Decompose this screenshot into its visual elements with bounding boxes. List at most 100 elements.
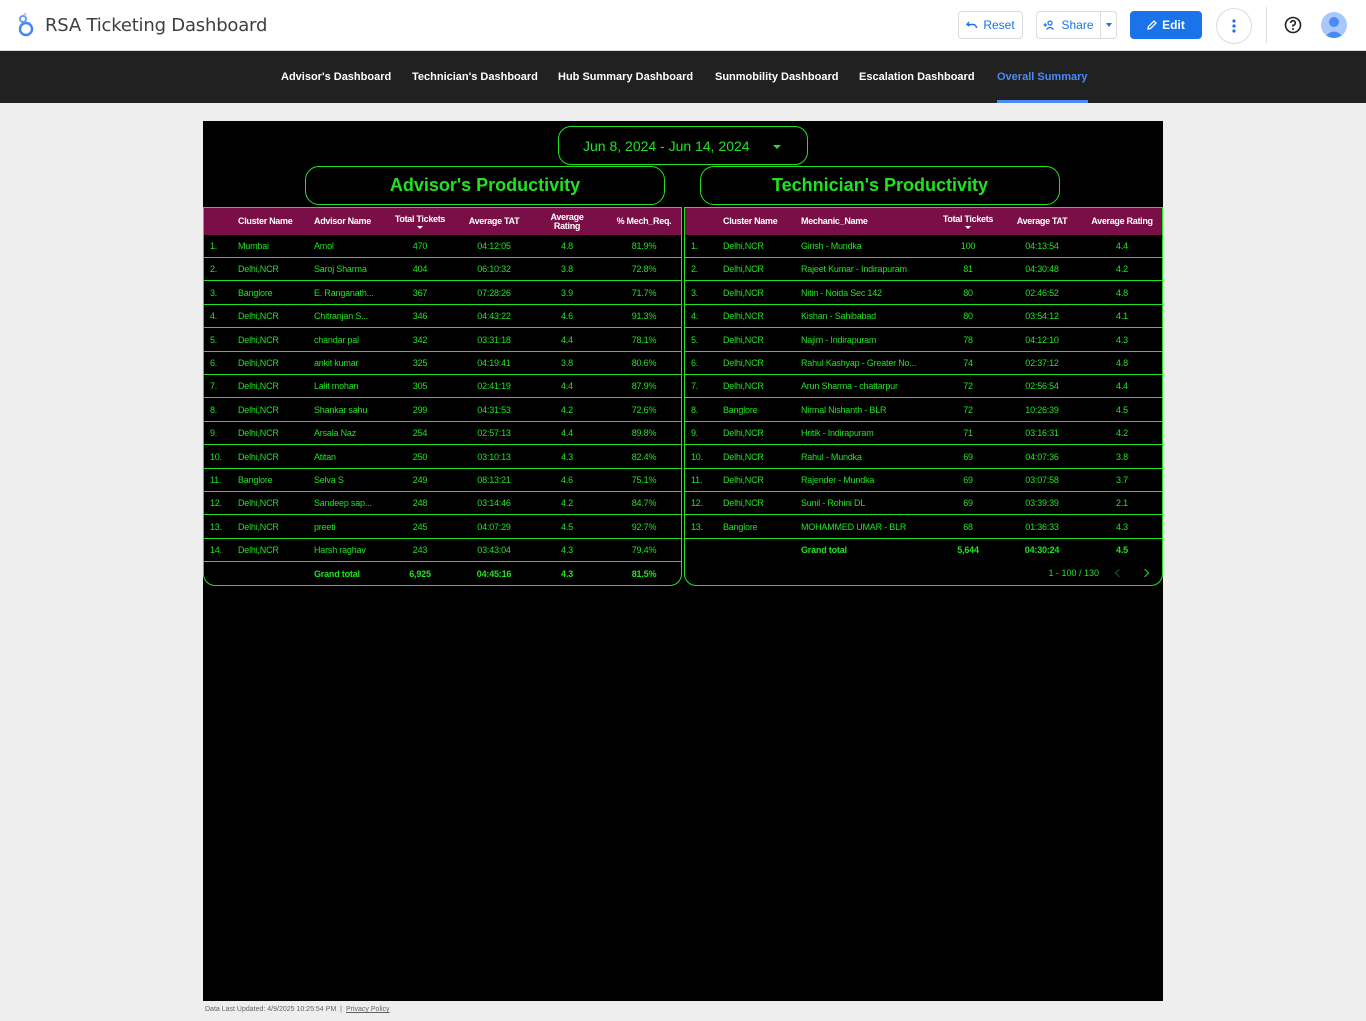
table-row: 10. Delhi,NCR Atitan 250 03:10:13 4.3 82.4% bbox=[204, 446, 681, 469]
column-header-advisor-name[interactable]: Advisor Name bbox=[314, 208, 384, 235]
cell-average-rating: 4.6 bbox=[561, 475, 573, 485]
cell-cluster-name: Mumbai bbox=[238, 241, 269, 251]
date-range-value: Jun 8, 2024 - Jun 14, 2024 bbox=[583, 137, 750, 154]
cell-average-tat: 04:19:41 bbox=[477, 358, 511, 368]
grand-total-rating: 4.5 bbox=[1116, 545, 1128, 555]
table-pagination: 1 - 100 / 130 bbox=[862, 565, 1162, 585]
column-header-total-tickets[interactable]: Total Tickets bbox=[937, 208, 999, 235]
chevron-left-icon[interactable] bbox=[1114, 568, 1124, 578]
edit-button[interactable]: Edit bbox=[1130, 11, 1202, 39]
cell-advisor-name: Arsala Naz bbox=[314, 428, 357, 439]
cell-advisor-name: Lalit mohan bbox=[314, 381, 359, 392]
table-row: 8. Delhi,NCR Shankar sahu 299 04:31:53 4.2 72.… bbox=[204, 399, 681, 422]
row-index: 12. bbox=[691, 498, 703, 509]
cell-advisor-name: ankit kumar bbox=[314, 358, 359, 368]
cell-mech-req: 89.8% bbox=[631, 428, 657, 439]
grand-total-mech-req: 81.5% bbox=[631, 569, 657, 579]
cell-advisor-name: Sandeep sap... bbox=[314, 498, 372, 509]
cell-total-tickets: 100 bbox=[960, 241, 976, 251]
cell-average-rating: 4.8 bbox=[1116, 358, 1128, 368]
table-row: 4. Delhi,NCR Kishan - Sahibabad 80 03:54:12 4… bbox=[685, 305, 1162, 329]
account-avatar-icon[interactable] bbox=[1321, 12, 1347, 38]
cell-total-tickets: 72 bbox=[963, 381, 973, 392]
looker-studio-logo-icon[interactable] bbox=[16, 13, 36, 37]
table-row: 2. Delhi,NCR Saroj Sharma 404 06:10:32 3.8 72.… bbox=[204, 258, 681, 282]
table-row: 9. Delhi,NCR Hritik - Indirapuram 71 03:16:3… bbox=[685, 422, 1162, 446]
cell-average-rating: 4.6 bbox=[561, 311, 573, 322]
more-vert-icon bbox=[1232, 19, 1236, 33]
cell-mechanic-name: Hritik - Indirapuram bbox=[801, 428, 874, 439]
cell-average-rating: 3.7 bbox=[1116, 475, 1128, 485]
cell-advisor-name: Selva S bbox=[314, 475, 344, 485]
column-header-average-tat[interactable]: Average TAT bbox=[1011, 208, 1073, 235]
cell-cluster-name: Delhi,NCR bbox=[723, 334, 764, 345]
cell-average-rating: 4.4 bbox=[561, 428, 573, 439]
row-index: 13. bbox=[691, 521, 703, 532]
page-navigation: Advisor's Dashboard Technician's Dashboa… bbox=[0, 51, 1366, 103]
cell-cluster-name: Delhi,NCR bbox=[238, 334, 279, 345]
cell-cluster-name: Delhi,NCR bbox=[238, 311, 279, 322]
column-header-average-tat[interactable]: Average TAT bbox=[462, 208, 526, 235]
cell-average-rating: 4.4 bbox=[1116, 381, 1128, 392]
grand-total-tat: 04:30:24 bbox=[1024, 545, 1060, 555]
cell-average-tat: 03:31:18 bbox=[477, 334, 511, 345]
date-range-picker[interactable]: Jun 8, 2024 - Jun 14, 2024 bbox=[558, 126, 808, 165]
share-dropdown-icon[interactable] bbox=[1106, 23, 1112, 27]
cell-total-tickets: 68 bbox=[963, 521, 973, 532]
cell-mechanic-name: Girish - Mundka bbox=[801, 241, 862, 251]
grand-total-row: Grand total 6,925 04:45:16 4.3 81.5% bbox=[204, 563, 681, 585]
cell-total-tickets: 69 bbox=[963, 498, 973, 509]
row-index: 3. bbox=[210, 287, 218, 298]
column-header-average-rating[interactable]: Average Rating bbox=[540, 208, 594, 235]
row-index: 13. bbox=[210, 521, 222, 532]
column-header-mech-req[interactable]: % Mech_Req. bbox=[606, 208, 681, 235]
cell-average-tat: 03:07:58 bbox=[1025, 475, 1059, 485]
cell-total-tickets: 249 bbox=[412, 475, 428, 485]
column-header-average-rating[interactable]: Average Rating bbox=[1085, 208, 1159, 235]
help-icon[interactable] bbox=[1284, 16, 1302, 34]
cell-average-tat: 04:30:48 bbox=[1025, 264, 1059, 275]
cell-total-tickets: 245 bbox=[412, 521, 428, 532]
row-index: 7. bbox=[691, 381, 699, 392]
cell-mechanic-name: Rajender - Mundka bbox=[801, 475, 875, 485]
tab-advisors-dashboard[interactable]: Advisor's Dashboard bbox=[281, 51, 391, 103]
cell-average-tat: 02:41:19 bbox=[477, 381, 511, 392]
tab-sunmobility-dashboard[interactable]: Sunmobility Dashboard bbox=[715, 51, 838, 103]
cell-average-rating: 4.5 bbox=[1116, 404, 1128, 415]
report-canvas: Jun 8, 2024 - Jun 14, 2024 Advisor's Pro… bbox=[203, 121, 1163, 1001]
cell-average-rating: 4.3 bbox=[561, 545, 573, 556]
cell-mech-req: 78.1% bbox=[631, 334, 657, 345]
share-button[interactable]: Share bbox=[1036, 11, 1117, 39]
column-header-cluster-name[interactable]: Cluster Name bbox=[238, 208, 304, 235]
grand-total-tat: 04:45:16 bbox=[476, 569, 512, 579]
cell-mech-req: 72.8% bbox=[631, 264, 657, 275]
edit-pencil-icon bbox=[1147, 20, 1158, 30]
tab-hub-summary-dashboard[interactable]: Hub Summary Dashboard bbox=[558, 51, 693, 103]
row-index: 10. bbox=[691, 451, 703, 462]
cell-average-rating: 4.3 bbox=[561, 451, 573, 462]
column-header-cluster-name[interactable]: Cluster Name bbox=[723, 208, 789, 235]
table-row: 5. Delhi,NCR Najim - Indirapuram 78 04:12:10… bbox=[685, 329, 1162, 352]
top-app-bar: RSA Ticketing Dashboard Reset Share Edit bbox=[0, 0, 1366, 51]
privacy-policy-link[interactable]: Privacy Policy bbox=[346, 1006, 390, 1013]
cell-average-tat: 03:54:12 bbox=[1025, 311, 1059, 322]
table-row: 9. Delhi,NCR Arsala Naz 254 02:57:13 4.4 89.8% bbox=[204, 422, 681, 446]
tab-overall-summary[interactable]: Overall Summary bbox=[997, 51, 1088, 103]
cell-mech-req: 81.9% bbox=[631, 241, 657, 251]
cell-cluster-name: Delhi,NCR bbox=[723, 241, 764, 251]
table-row: 10. Delhi,NCR Rahul - Mundka 69 04:07:36 3.8 bbox=[685, 446, 1162, 469]
grand-total-row: Grand total 5,644 04:30:24 4.5 bbox=[685, 539, 1162, 562]
column-header-total-tickets[interactable]: Total Tickets bbox=[388, 208, 452, 235]
tab-technicians-dashboard[interactable]: Technician's Dashboard bbox=[412, 51, 538, 103]
chevron-right-icon[interactable] bbox=[1140, 568, 1150, 578]
cell-average-rating: 4.2 bbox=[561, 404, 573, 415]
reset-button[interactable]: Reset bbox=[958, 11, 1023, 39]
footer-separator: | bbox=[340, 1006, 342, 1013]
cell-total-tickets: 404 bbox=[412, 264, 428, 275]
cell-cluster-name: Delhi,NCR bbox=[723, 428, 764, 439]
tab-escalation-dashboard[interactable]: Escalation Dashboard bbox=[859, 51, 975, 103]
row-index: 14. bbox=[210, 545, 222, 556]
more-options-button[interactable] bbox=[1216, 8, 1252, 44]
cell-average-rating: 3.9 bbox=[561, 287, 573, 298]
column-header-mechanic-name[interactable]: Mechanic_Name bbox=[801, 208, 921, 235]
